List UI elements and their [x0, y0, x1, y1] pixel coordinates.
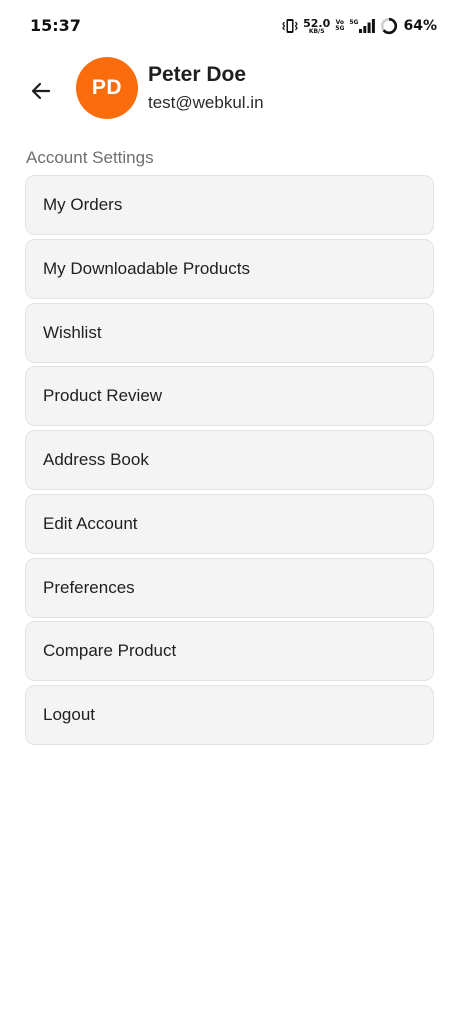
- menu-item-edit-account[interactable]: Edit Account: [25, 493, 434, 554]
- section-title: Account Settings: [26, 148, 154, 167]
- menu-item-my-downloadable-products[interactable]: My Downloadable Products: [25, 238, 434, 299]
- network-speed-value: 52.0: [303, 16, 331, 30]
- signal-tag: 5G: [349, 19, 359, 26]
- signal-indicator: 5G: [349, 19, 376, 33]
- vibrate-icon: [282, 19, 298, 33]
- battery-ring-icon: [381, 17, 398, 35]
- back-button[interactable]: [24, 74, 58, 108]
- menu-item-preferences[interactable]: Preferences: [25, 557, 434, 618]
- volte-indicator: Vo 5G: [335, 19, 345, 33]
- signal-bars-icon: [359, 19, 376, 33]
- network-speed-unit: KB/S: [308, 27, 325, 35]
- arrow-back-icon: [31, 82, 51, 100]
- menu-item-compare-product[interactable]: Compare Product: [25, 621, 434, 682]
- avatar: PD: [76, 57, 138, 119]
- volte-bottom-label: 5G: [335, 25, 345, 32]
- user-email: test@webkul.in: [148, 93, 264, 112]
- network-speed: 52.0 KB/S: [303, 18, 330, 35]
- status-icons: 52.0 KB/S Vo 5G 5G 64%: [282, 14, 437, 38]
- menu-item-address-book[interactable]: Address Book: [25, 430, 434, 490]
- menu-item-logout[interactable]: Logout: [25, 685, 434, 745]
- status-bar: 15:37 52.0 KB/S Vo 5G 5G 64%: [0, 0, 459, 52]
- status-time: 15:37: [30, 16, 81, 35]
- profile-header: PD Peter Doe test@webkul.in: [0, 52, 459, 132]
- account-settings-list: My Orders My Downloadable Products Wishl…: [25, 175, 434, 749]
- menu-item-product-review[interactable]: Product Review: [25, 366, 434, 427]
- battery-percent: 64%: [403, 18, 437, 34]
- menu-item-wishlist[interactable]: Wishlist: [25, 302, 434, 363]
- menu-item-my-orders[interactable]: My Orders: [25, 175, 434, 235]
- user-name: Peter Doe: [148, 63, 247, 86]
